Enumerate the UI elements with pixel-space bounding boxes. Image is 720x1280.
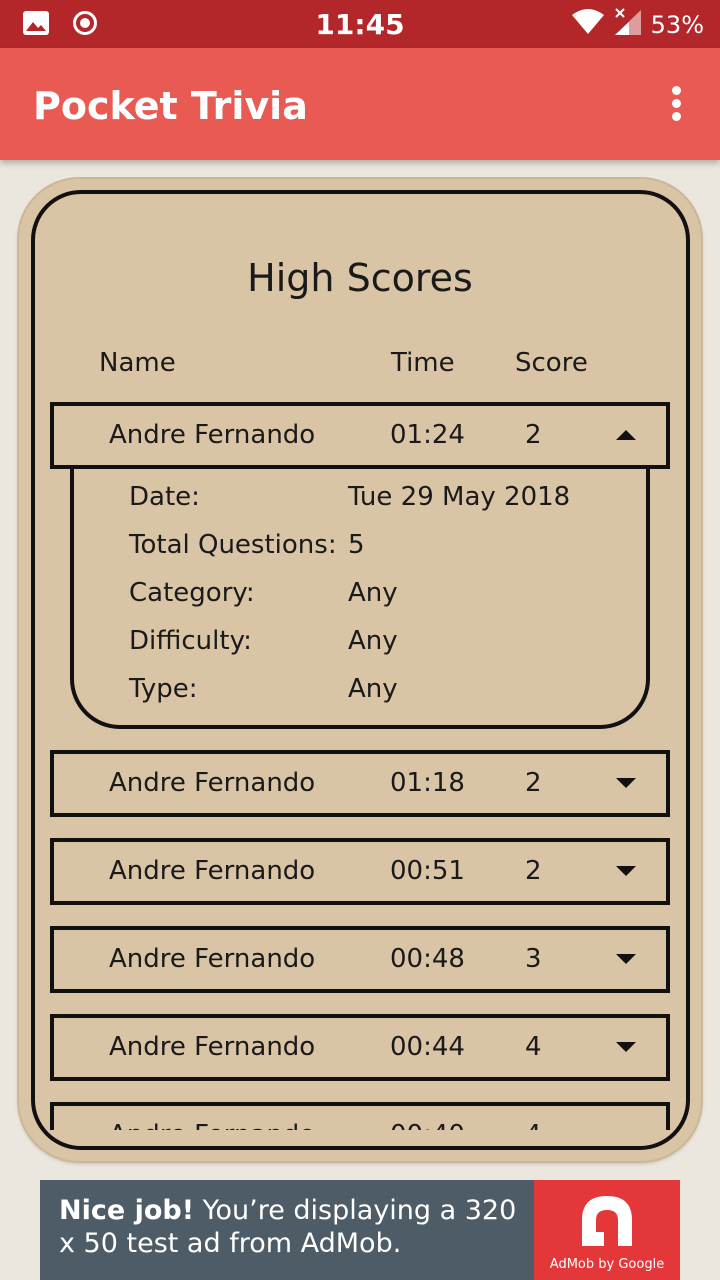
score-row[interactable]: Andre Fernando 00:44 4 [50, 1014, 670, 1081]
score-row[interactable]: Andre Fernando 00:48 3 [50, 926, 670, 993]
overflow-menu-icon[interactable] [662, 86, 690, 126]
detail-value-difficulty: Any [348, 626, 398, 656]
detail-value-category: Any [348, 578, 398, 608]
scores-list[interactable]: Andre Fernando 01:24 2 Date: Tue 29 May … [35, 400, 686, 1130]
column-header-score: Score [515, 348, 588, 378]
expand-arrow-icon[interactable] [616, 866, 636, 878]
score-time: 00:48 [390, 944, 465, 974]
score-value: 3 [525, 944, 542, 974]
app-title: Pocket Trivia [33, 84, 308, 128]
column-header-time: Time [391, 348, 455, 378]
score-row[interactable]: Andre Fernando 01:24 2 [50, 402, 670, 469]
admob-caption: AdMob by Google [549, 1257, 665, 1272]
score-details-panel: Date: Tue 29 May 2018 Total Questions: 5… [70, 466, 650, 729]
expand-arrow-icon[interactable] [616, 954, 636, 966]
detail-value-type: Any [348, 674, 398, 704]
score-time: 01:24 [390, 420, 465, 450]
detail-value-questions: 5 [348, 530, 365, 560]
score-row[interactable]: Andre Fernando 00:40 4 [50, 1102, 670, 1130]
expand-arrow-icon[interactable] [616, 1042, 636, 1054]
detail-label-category: Category: [129, 578, 255, 608]
score-time: 00:40 [390, 1120, 465, 1130]
score-value: 2 [525, 768, 542, 798]
detail-label-type: Type: [129, 674, 198, 704]
score-time: 01:18 [390, 768, 465, 798]
battery-level: 53% [650, 11, 704, 39]
detail-value-date: Tue 29 May 2018 [348, 482, 571, 512]
ad-banner[interactable]: Nice job! You’re displaying a 320 x 50 t… [40, 1180, 680, 1280]
detail-label-difficulty: Difficulty: [129, 626, 252, 656]
expand-arrow-icon[interactable] [616, 778, 636, 790]
detail-label-questions: Total Questions: [129, 530, 337, 560]
status-bar: 11:45 53% [0, 0, 720, 48]
score-time: 00:51 [390, 856, 465, 886]
ad-text-bold: Nice job! [59, 1195, 195, 1226]
ad-text: Nice job! You’re displaying a 320 x 50 t… [59, 1194, 539, 1260]
app-bar: Pocket Trivia [0, 48, 720, 160]
score-row[interactable]: Andre Fernando 00:51 2 [50, 838, 670, 905]
score-name: Andre Fernando [109, 1032, 316, 1062]
collapse-arrow-icon[interactable] [616, 430, 636, 442]
score-value: 4 [525, 1032, 542, 1062]
high-scores-title: High Scores [247, 256, 473, 300]
column-header-name: Name [99, 348, 176, 378]
admob-logo: AdMob by Google [534, 1180, 680, 1280]
score-value: 4 [525, 1120, 542, 1130]
score-name: Andre Fernando [109, 1120, 315, 1130]
score-time: 00:44 [390, 1032, 465, 1062]
score-row[interactable]: Andre Fernando 01:18 2 [50, 750, 670, 817]
score-value: 2 [525, 420, 542, 450]
admob-icon [582, 1196, 632, 1246]
score-name: Andre Fernando [109, 420, 316, 450]
score-value: 2 [525, 856, 542, 886]
score-name: Andre Fernando [109, 856, 316, 886]
detail-label-date: Date: [129, 482, 200, 512]
score-name: Andre Fernando [109, 768, 316, 798]
score-name: Andre Fernando [109, 944, 316, 974]
signal-icon [613, 8, 643, 42]
wifi-icon [571, 9, 605, 41]
